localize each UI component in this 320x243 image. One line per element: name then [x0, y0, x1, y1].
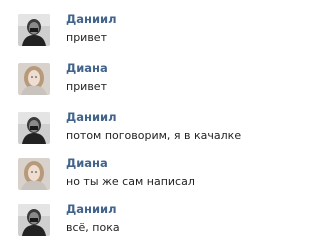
message-text: привет: [66, 80, 107, 93]
chat-history: Даниил привет Диана привет Даниил потом …: [0, 0, 275, 243]
message-author[interactable]: Даниил: [66, 110, 117, 125]
message-item: Диана привет: [0, 61, 275, 101]
diana-avatar[interactable]: [18, 158, 50, 190]
daniil-avatar[interactable]: [18, 112, 50, 144]
diana-avatar[interactable]: [18, 63, 50, 95]
message-author[interactable]: Диана: [66, 156, 108, 171]
message-item: Даниил привет: [0, 12, 275, 52]
message-text: всё, пока: [66, 221, 120, 234]
message-text: потом поговорим, я в качалке: [66, 129, 242, 142]
daniil-avatar[interactable]: [18, 14, 50, 46]
message-author[interactable]: Даниил: [66, 12, 117, 27]
message-text: привет: [66, 31, 107, 44]
message-text: но ты же сам написал: [66, 175, 195, 188]
message-author[interactable]: Даниил: [66, 202, 117, 217]
message-item: Диана но ты же сам написал: [0, 156, 275, 196]
daniil-avatar[interactable]: [18, 204, 50, 236]
message-author[interactable]: Диана: [66, 61, 108, 76]
message-item: Даниил всё, пока: [0, 202, 275, 242]
message-item: Даниил потом поговорим, я в качалке: [0, 110, 275, 150]
